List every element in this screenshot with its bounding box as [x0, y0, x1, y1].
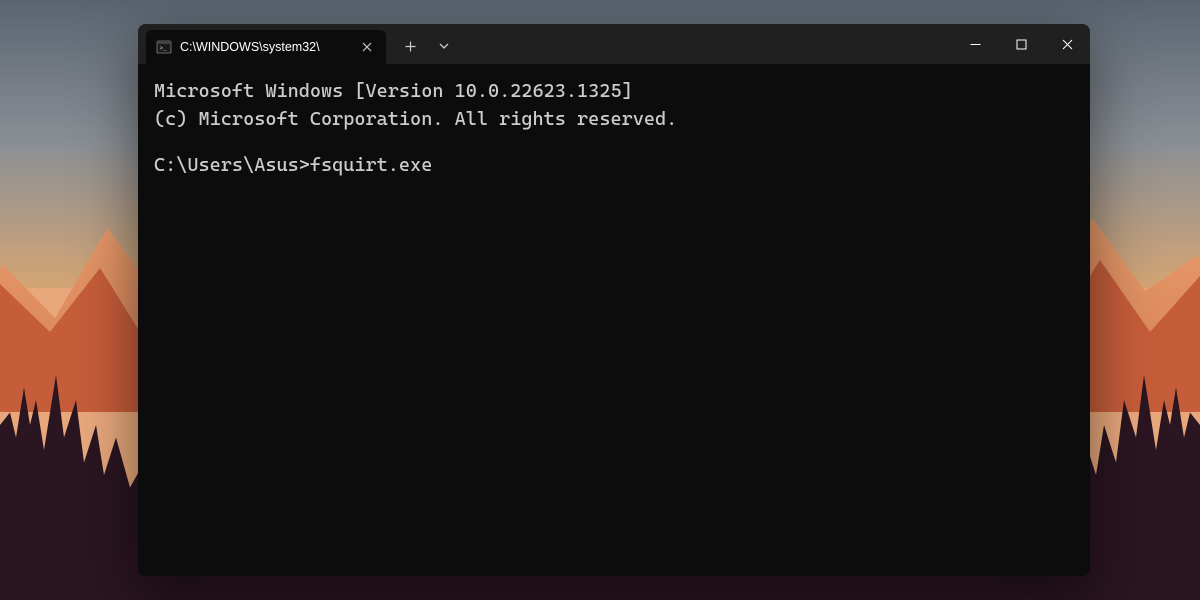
- window-titlebar[interactable]: >_ C:\WINDOWS\system32\: [138, 24, 1090, 64]
- tab-title: C:\WINDOWS\system32\: [180, 40, 350, 54]
- terminal-tab[interactable]: >_ C:\WINDOWS\system32\: [146, 30, 386, 64]
- close-button[interactable]: [1044, 24, 1090, 64]
- svg-text:>_: >_: [160, 45, 168, 52]
- maximize-button[interactable]: [998, 24, 1044, 64]
- version-line: Microsoft Windows [Version 10.0.22623.13…: [154, 78, 1074, 106]
- new-tab-button[interactable]: [394, 30, 426, 62]
- command-input[interactable]: fsquirt.exe: [310, 154, 432, 176]
- terminal-window: >_ C:\WINDOWS\system32\: [138, 24, 1090, 576]
- terminal-output[interactable]: Microsoft Windows [Version 10.0.22623.13…: [138, 64, 1090, 576]
- prompt-line: C:\Users\Asus>fsquirt.exe: [154, 152, 1074, 180]
- cmd-icon: >_: [156, 39, 172, 55]
- window-controls: [952, 24, 1090, 64]
- copyright-line: (c) Microsoft Corporation. All rights re…: [154, 106, 1074, 134]
- tab-dropdown-button[interactable]: [428, 30, 460, 62]
- tab-actions: [386, 24, 460, 64]
- tab-close-button[interactable]: [358, 38, 376, 56]
- minimize-button[interactable]: [952, 24, 998, 64]
- prompt: C:\Users\Asus>: [154, 154, 310, 176]
